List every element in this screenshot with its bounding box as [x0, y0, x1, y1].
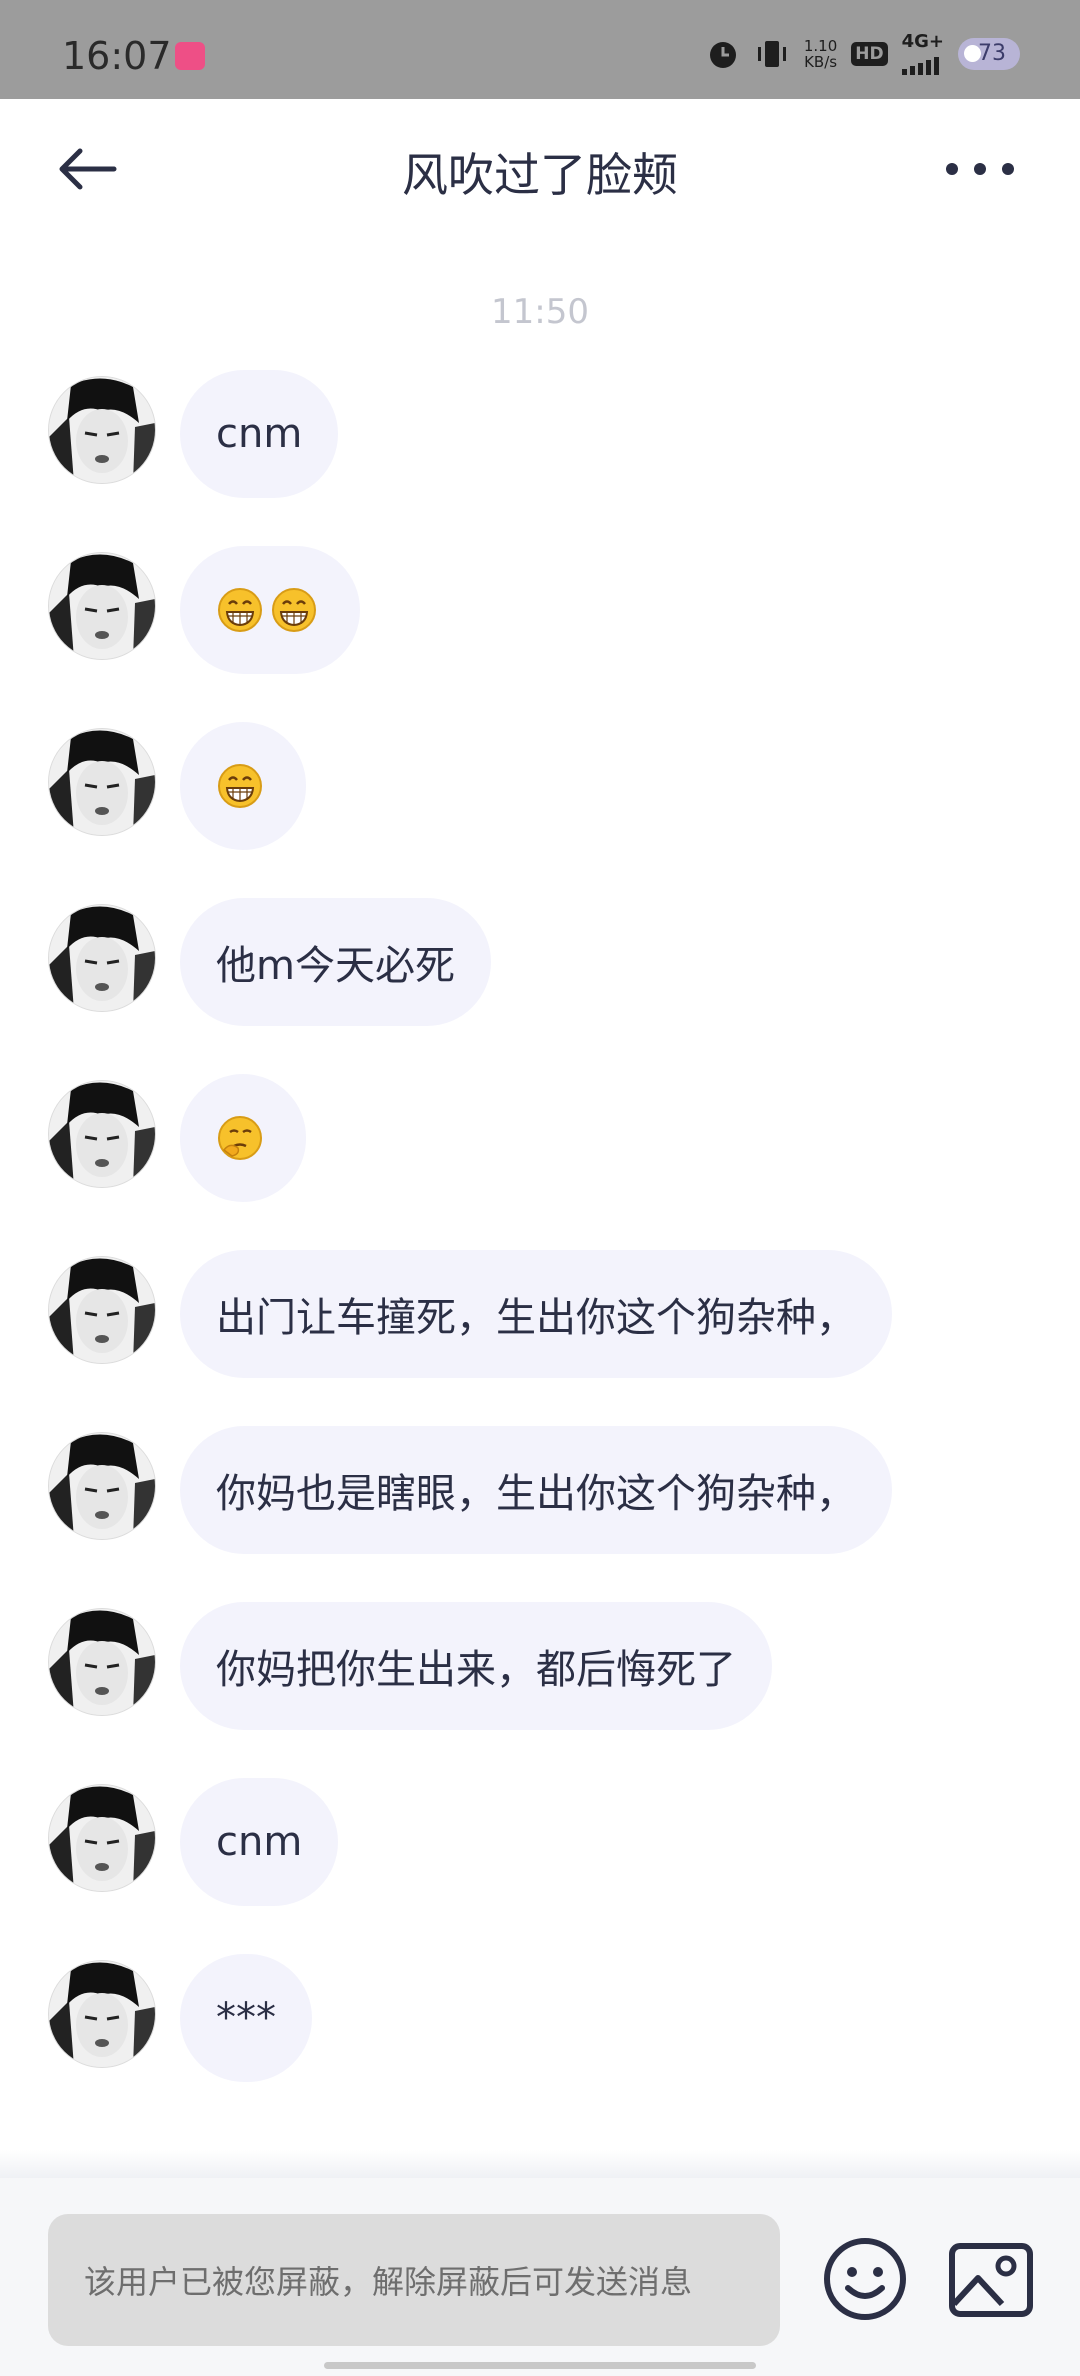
- status-icons: 1.10 KB/s HD 4G+ 73: [706, 33, 1020, 75]
- status-time: 16:07: [62, 34, 172, 78]
- message-bubble[interactable]: 你妈把你生出来，都后悔死了: [180, 1602, 772, 1730]
- message-bubble[interactable]: cnm: [180, 370, 339, 498]
- message-text: cnm: [216, 411, 303, 457]
- message-bubble[interactable]: [180, 1074, 306, 1202]
- net-speed: 1.10 KB/s: [803, 37, 838, 71]
- more-options-icon[interactable]: [940, 149, 1020, 189]
- message-bubble[interactable]: [180, 546, 360, 674]
- image-icon[interactable]: [948, 2242, 1034, 2318]
- thinking-emoji-icon: [218, 1116, 262, 1160]
- avatar[interactable]: [48, 1960, 156, 2068]
- message-bubble[interactable]: 你妈也是瞎眼，生出你这个狗杂种，: [180, 1426, 892, 1554]
- chat-header: 风吹过了脸颊: [0, 99, 1080, 239]
- message-text: ***: [216, 1995, 276, 2041]
- avatar[interactable]: [48, 1256, 156, 1364]
- emoji-icon[interactable]: [822, 2236, 908, 2322]
- message-bubble[interactable]: 出门让车撞死，生出你这个狗杂种，: [180, 1250, 892, 1378]
- status-bar: 16:07 1.10 KB/s HD 4G+ 73: [0, 0, 1080, 99]
- page-title: 风吹过了脸颊: [402, 148, 678, 202]
- hd-icon: HD: [851, 42, 888, 66]
- message-timestamp: 11:50: [491, 292, 589, 332]
- message-bubble[interactable]: 他m今天必死: [180, 898, 491, 1026]
- avatar[interactable]: [48, 904, 156, 1012]
- message-bubble[interactable]: cnm: [180, 1778, 339, 1906]
- message-text: 你妈把你生出来，都后悔死了: [216, 1647, 736, 1693]
- message-text: 他m今天必死: [216, 943, 455, 989]
- home-indicator[interactable]: [324, 2362, 756, 2369]
- alarm-icon: [709, 42, 736, 68]
- avatar[interactable]: [48, 552, 156, 660]
- avatar[interactable]: [48, 1080, 156, 1188]
- grin-emoji-icon: [218, 764, 262, 808]
- message-text: 你妈也是瞎眼，生出你这个狗杂种，: [216, 1471, 856, 1517]
- avatar[interactable]: [48, 1608, 156, 1716]
- avatar[interactable]: [48, 1784, 156, 1892]
- app-notification-icon: [175, 42, 205, 70]
- grin-emoji-icon: [218, 588, 262, 632]
- message-bubble[interactable]: [180, 722, 306, 850]
- message-input-disabled: 该用户已被您屏蔽，解除屏蔽后可发送消息: [48, 2214, 780, 2346]
- avatar[interactable]: [48, 1432, 156, 1540]
- signal-icon: 4G+: [901, 33, 944, 75]
- message-bubble[interactable]: ***: [180, 1954, 312, 2082]
- grin-emoji-icon: [272, 588, 316, 632]
- avatar[interactable]: [48, 376, 156, 484]
- composer-bar: 该用户已被您屏蔽，解除屏蔽后可发送消息: [0, 2178, 1080, 2376]
- message-text: cnm: [216, 1819, 303, 1865]
- avatar[interactable]: [48, 728, 156, 836]
- vibrate-icon: [757, 41, 786, 67]
- message-text: 出门让车撞死，生出你这个狗杂种，: [216, 1295, 856, 1341]
- battery-icon: 73: [958, 38, 1020, 70]
- composer-shadow: [0, 2150, 1080, 2180]
